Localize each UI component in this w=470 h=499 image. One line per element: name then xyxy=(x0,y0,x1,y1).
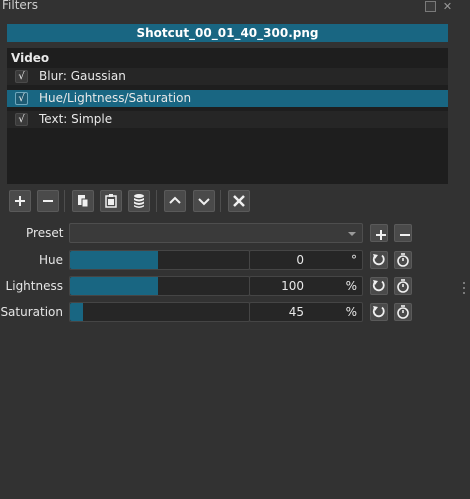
copy-icon xyxy=(78,195,89,208)
stopwatch-icon xyxy=(397,253,409,267)
toolbar-separator xyxy=(64,190,65,212)
chevron-down-icon xyxy=(348,232,356,236)
filter-enable-checkbox[interactable]: √ xyxy=(15,113,28,126)
move-down-button[interactable] xyxy=(193,190,215,212)
close-icon xyxy=(233,195,245,207)
saturation-label: Saturation xyxy=(0,305,63,319)
lightness-unit: % xyxy=(345,279,357,293)
dock-title: Filters xyxy=(2,0,38,12)
clip-name: Shotcut_00_01_40_300.png xyxy=(7,24,448,42)
filter-item-blur-gaussian[interactable]: √ Blur: Gaussian xyxy=(7,68,448,85)
close-dock-button[interactable]: ✕ xyxy=(442,1,453,12)
filter-enable-checkbox[interactable]: √ xyxy=(15,70,28,83)
hue-value: 0 xyxy=(296,253,304,267)
undo-icon xyxy=(372,306,385,318)
hue-label: Hue xyxy=(38,253,63,267)
stopwatch-icon xyxy=(397,279,409,293)
paste-filters-button[interactable] xyxy=(100,190,122,212)
lightness-spinbox[interactable]: 100 % xyxy=(249,276,363,296)
stopwatch-icon xyxy=(397,305,409,319)
toolbar-separator xyxy=(220,190,221,212)
saturation-slider-fill xyxy=(70,303,83,321)
hue-reset-button[interactable] xyxy=(370,251,388,269)
hue-unit: ° xyxy=(351,253,357,267)
filter-item-label: Hue/Lightness/Saturation xyxy=(39,91,192,105)
close-icon: ✕ xyxy=(442,0,453,13)
saturation-slider[interactable] xyxy=(69,302,250,322)
float-dock-button[interactable] xyxy=(425,1,436,12)
preset-combo[interactable] xyxy=(69,223,363,243)
lightness-label: Lightness xyxy=(5,279,63,293)
toolbar-separator xyxy=(156,190,157,212)
hue-slider-fill xyxy=(70,251,158,269)
saturation-reset-button[interactable] xyxy=(370,303,388,321)
filter-list[interactable]: Video √ Blur: Gaussian √ Hue/Lightness/S… xyxy=(7,48,448,184)
dock-splitter-handle[interactable] xyxy=(463,282,466,298)
filter-item-hue-lightness-saturation[interactable]: √ Hue/Lightness/Saturation xyxy=(7,90,448,107)
filter-item-text-simple[interactable]: √ Text: Simple xyxy=(7,111,448,128)
lightness-keyframes-button[interactable] xyxy=(394,277,412,295)
filters-toolbar xyxy=(7,190,257,212)
hue-spinbox[interactable]: 0 ° xyxy=(249,250,363,270)
saturation-spinbox[interactable]: 45 % xyxy=(249,302,363,322)
preset-label: Preset xyxy=(26,226,64,240)
chevron-down-icon xyxy=(198,198,210,206)
saturation-unit: % xyxy=(345,305,357,319)
hue-slider[interactable] xyxy=(69,250,250,270)
copy-filters-button[interactable] xyxy=(72,190,94,212)
lightness-slider[interactable] xyxy=(69,276,250,296)
chevron-up-icon xyxy=(169,196,181,204)
saturation-value: 45 xyxy=(288,305,304,319)
move-up-button[interactable] xyxy=(164,190,186,212)
undo-icon xyxy=(372,280,385,292)
undo-icon xyxy=(372,254,385,266)
hue-keyframes-button[interactable] xyxy=(394,251,412,269)
deselect-filter-button[interactable] xyxy=(228,190,250,212)
database-icon xyxy=(134,194,144,208)
delete-preset-button[interactable] xyxy=(394,224,412,242)
filter-enable-checkbox[interactable]: √ xyxy=(15,92,28,105)
lightness-reset-button[interactable] xyxy=(370,277,388,295)
filter-item-label: Blur: Gaussian xyxy=(39,69,126,83)
add-filter-button[interactable] xyxy=(9,190,31,212)
save-preset-plus-button[interactable] xyxy=(370,224,388,242)
saturation-keyframes-button[interactable] xyxy=(394,303,412,321)
lightness-value: 100 xyxy=(281,279,304,293)
lightness-slider-fill xyxy=(70,277,158,295)
remove-filter-button[interactable] xyxy=(37,190,59,212)
dock-title-bar: Filters ✕ xyxy=(0,0,470,14)
section-video: Video xyxy=(11,51,50,65)
clipboard-icon xyxy=(105,194,117,208)
filter-item-label: Text: Simple xyxy=(39,112,113,126)
save-preset-button[interactable] xyxy=(128,190,150,212)
